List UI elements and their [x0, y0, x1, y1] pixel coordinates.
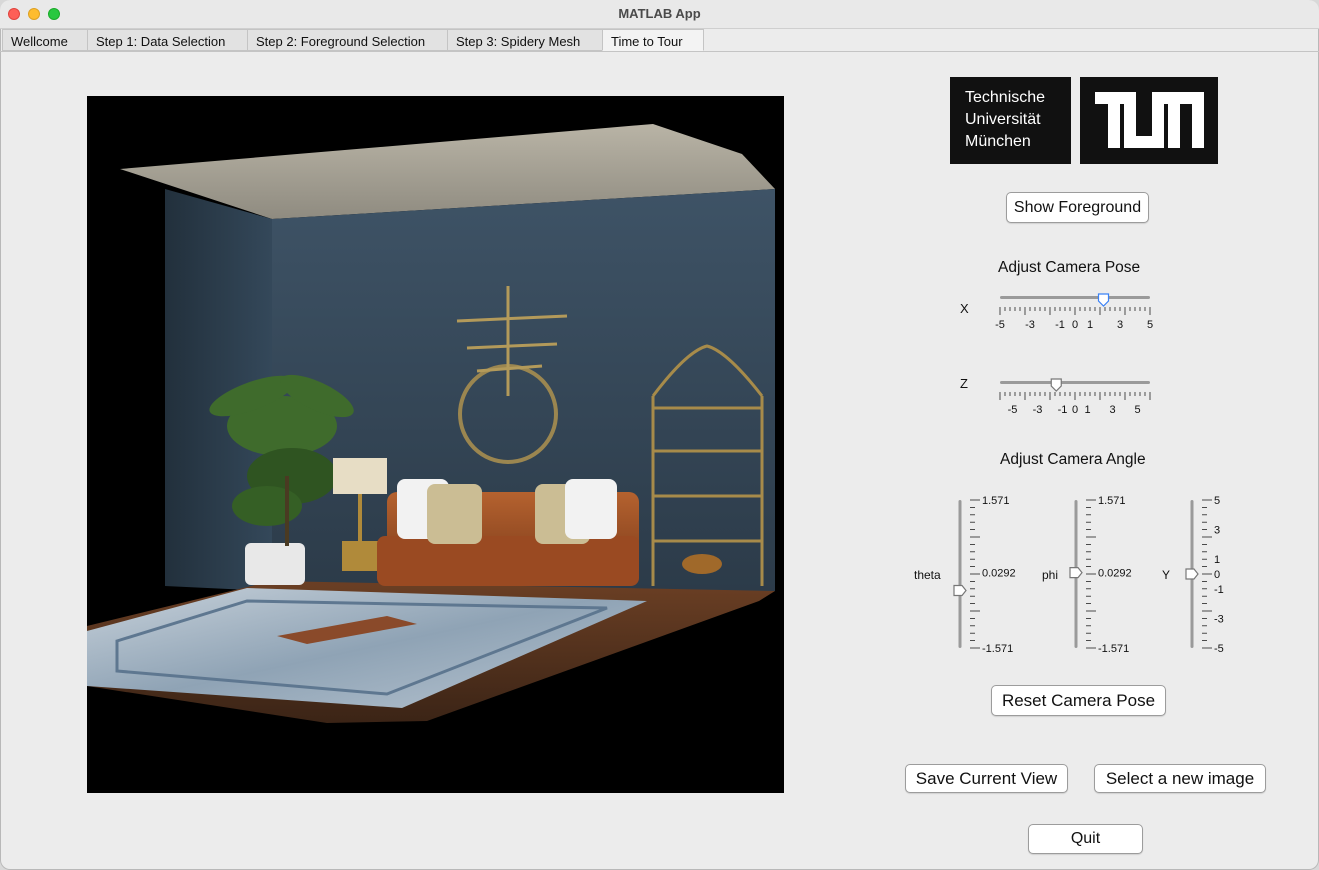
- slider-tick-label: -3: [1033, 404, 1043, 416]
- slider-tick-label: 3: [1117, 319, 1123, 331]
- side-table: [342, 541, 382, 571]
- select-new-image-button[interactable]: Select a new image: [1094, 764, 1266, 793]
- slider-tick-label: 5: [1134, 404, 1140, 416]
- theta-slider-label: theta: [914, 568, 941, 582]
- slider-tick-label: -5: [1008, 404, 1018, 416]
- slider-tick-label: 1.571: [1098, 495, 1126, 507]
- phi-slider-label: phi: [1042, 568, 1059, 582]
- slider-track: [1000, 296, 1150, 299]
- logo-line-1: Technische: [965, 89, 1046, 106]
- slider-tick-label: -5: [1214, 643, 1224, 655]
- slider-tick-label: -3: [1025, 319, 1035, 331]
- tab-time-to-tour[interactable]: Time to Tour: [602, 29, 704, 51]
- reset-camera-pose-button[interactable]: Reset Camera Pose: [991, 685, 1166, 716]
- x-slider-label: X: [960, 301, 969, 316]
- slider-tick-label: 0: [1072, 404, 1078, 416]
- slider-thumb[interactable]: [1185, 568, 1199, 580]
- phi-slider[interactable]: 1.571 0.0292 -1.571: [1066, 490, 1146, 660]
- app-window: MATLAB App Wellcome Step 1: Data Selecti…: [0, 0, 1319, 870]
- tab-spidery-mesh[interactable]: Step 3: Spidery Mesh: [447, 29, 603, 51]
- slider-tick-label: -1: [1058, 404, 1068, 416]
- slider-tick-label: 1: [1084, 404, 1090, 416]
- room-render: [87, 124, 775, 723]
- x-slider[interactable]: -5 -3 -1 0 1 3 5: [994, 290, 1159, 334]
- slider-tick-label: -3: [1214, 613, 1224, 625]
- camera-angle-heading: Adjust Camera Angle: [1000, 451, 1146, 468]
- slider-tick-label: 1: [1087, 319, 1093, 331]
- quit-button[interactable]: Quit: [1028, 824, 1143, 854]
- slider-track: [1000, 381, 1150, 384]
- logo-line-2: Universität: [965, 111, 1041, 128]
- lamp-shade: [333, 458, 387, 494]
- tum-mark-icon: [1080, 77, 1218, 164]
- slider-thumb[interactable]: [1097, 293, 1110, 307]
- slider-tick-label: 3: [1109, 404, 1115, 416]
- bowl: [682, 554, 722, 574]
- z-slider[interactable]: -5 -3 -1 0 1 3 5: [994, 375, 1159, 419]
- slider-tick-label: 5: [1214, 495, 1220, 507]
- title-bar: MATLAB App: [0, 0, 1319, 29]
- slider-tick-label: 1.571: [982, 495, 1010, 507]
- slider-tick-label: -1: [1055, 319, 1065, 331]
- slider-tick-label: 0.0292: [982, 568, 1016, 580]
- tab-foreground-selection[interactable]: Step 2: Foreground Selection: [247, 29, 448, 51]
- slider-track: [958, 500, 962, 648]
- tab-bar: Wellcome Step 1: Data Selection Step 2: …: [2, 29, 704, 51]
- slider-tick-label: 0: [1072, 319, 1078, 331]
- logo-wordmark: Technische Universität München: [950, 77, 1071, 164]
- slider-tick-label: 0.0292: [1098, 568, 1132, 580]
- slider-tick-label: 1: [1214, 554, 1220, 566]
- slider-thumb[interactable]: [953, 584, 967, 597]
- sofa: [377, 479, 639, 586]
- slider-tick-label: 0: [1214, 569, 1220, 581]
- y-slider-label: Y: [1162, 568, 1171, 582]
- slider-thumb[interactable]: [1069, 567, 1083, 579]
- slider-thumb[interactable]: [1050, 378, 1062, 392]
- lamp-stand: [358, 494, 362, 544]
- slider-tick-label: -1: [1214, 584, 1224, 596]
- y-slider[interactable]: 5 3 1 0 -1 -3 -5: [1182, 490, 1242, 660]
- save-current-view-button[interactable]: Save Current View: [905, 764, 1068, 793]
- tab-wellcome[interactable]: Wellcome: [2, 29, 88, 51]
- slider-tick-label: -1.571: [1098, 643, 1129, 655]
- tour-viewport[interactable]: [87, 96, 784, 793]
- show-foreground-button[interactable]: Show Foreground: [1006, 192, 1149, 223]
- slider-tick-label: -1.571: [982, 643, 1013, 655]
- tum-logo: Technische Universität München: [950, 77, 1218, 164]
- window-title: MATLAB App: [618, 6, 701, 21]
- slider-tick-label: 3: [1214, 525, 1220, 537]
- logo-line-3: München: [965, 133, 1031, 150]
- camera-pose-heading: Adjust Camera Pose: [998, 259, 1141, 276]
- z-slider-label: Z: [960, 376, 968, 391]
- tab-data-selection[interactable]: Step 1: Data Selection: [87, 29, 248, 51]
- tab-divider: [0, 51, 1319, 52]
- slider-tick-label: -5: [995, 319, 1005, 331]
- plant-pot: [245, 543, 305, 585]
- slider-tick-label: 5: [1147, 319, 1153, 331]
- theta-slider[interactable]: 1.571 0.0292 -1.571: [950, 490, 1030, 660]
